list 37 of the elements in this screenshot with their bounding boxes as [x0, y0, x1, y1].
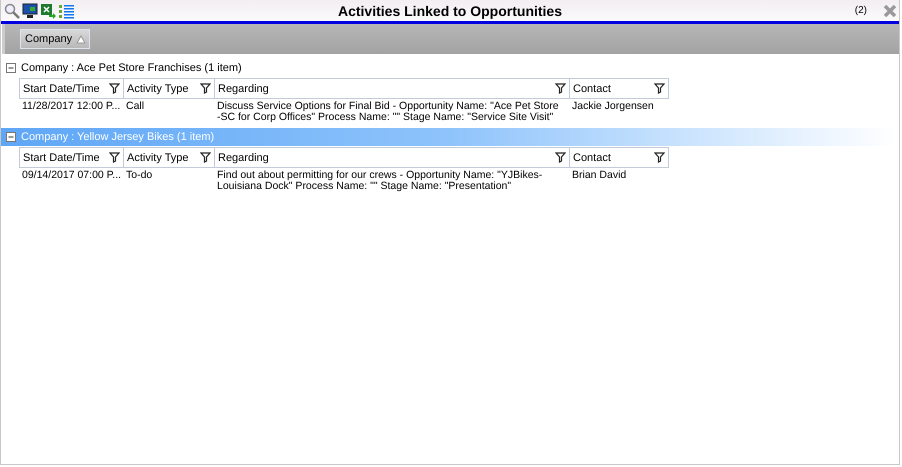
table-cell-text: Brian David: [571, 168, 628, 183]
collapse-icon[interactable]: [6, 132, 16, 142]
table-cell-text: 11/28/2017 12:00 P...: [21, 99, 122, 114]
monitor-icon[interactable]: [22, 2, 38, 18]
filter-icon[interactable]: [654, 152, 665, 163]
filter-icon[interactable]: [555, 152, 566, 163]
list-icon[interactable]: [58, 2, 74, 18]
search-icon[interactable]: [4, 2, 20, 18]
filter-icon[interactable]: [109, 83, 120, 94]
item-count: (2): [854, 5, 867, 16]
column-header[interactable]: Contact: [569, 78, 669, 99]
filter-icon[interactable]: [109, 152, 120, 163]
filter-icon[interactable]: [555, 83, 566, 94]
group-row[interactable]: Company : Ace Pet Store Franchises (1 item): [1, 59, 899, 77]
table-cell-text: To-do: [125, 168, 154, 183]
column-header[interactable]: Activity Type: [123, 147, 215, 168]
filter-icon[interactable]: [654, 83, 665, 94]
close-icon[interactable]: [883, 4, 897, 18]
column-header[interactable]: Activity Type: [123, 78, 215, 99]
column-header[interactable]: Contact: [569, 147, 669, 168]
group-label: Company : Ace Pet Store Franchises (1 item): [21, 62, 242, 74]
column-header[interactable]: Start Date/Time: [19, 78, 124, 99]
table-cell-text: Jackie Jorgensen: [571, 99, 655, 114]
table-cell-text: Discuss Service Options for Final Bid - Opportunity Name: "Ace Pet Store -SC for Corp Offices" Process Name: "" Stage Name: "Service Site Visit": [216, 99, 560, 125]
spreadsheet-export-icon[interactable]: [40, 2, 56, 18]
group-label: Company : Yellow Jersey Bikes (1 item): [21, 131, 214, 143]
group-by-button[interactable]: Company: [20, 29, 90, 49]
collapse-icon[interactable]: [6, 63, 16, 73]
column-header[interactable]: Regarding: [214, 147, 570, 168]
window-title: Activities Linked to Opportunities: [338, 2, 562, 18]
column-header[interactable]: Regarding: [214, 78, 570, 99]
table-cell-text: 09/14/2017 07:00 P...: [21, 168, 122, 183]
table-cell-text: Find out about permitting for our crews - Opportunity Name: "YJBikes- Louisiana Dock" Process Name: "" Stage Name: "Presentation": [216, 168, 544, 194]
filter-icon[interactable]: [200, 152, 211, 163]
filter-icon[interactable]: [200, 83, 211, 94]
column-header[interactable]: Start Date/Time: [19, 147, 124, 168]
table-cell-text: Call: [125, 99, 146, 114]
